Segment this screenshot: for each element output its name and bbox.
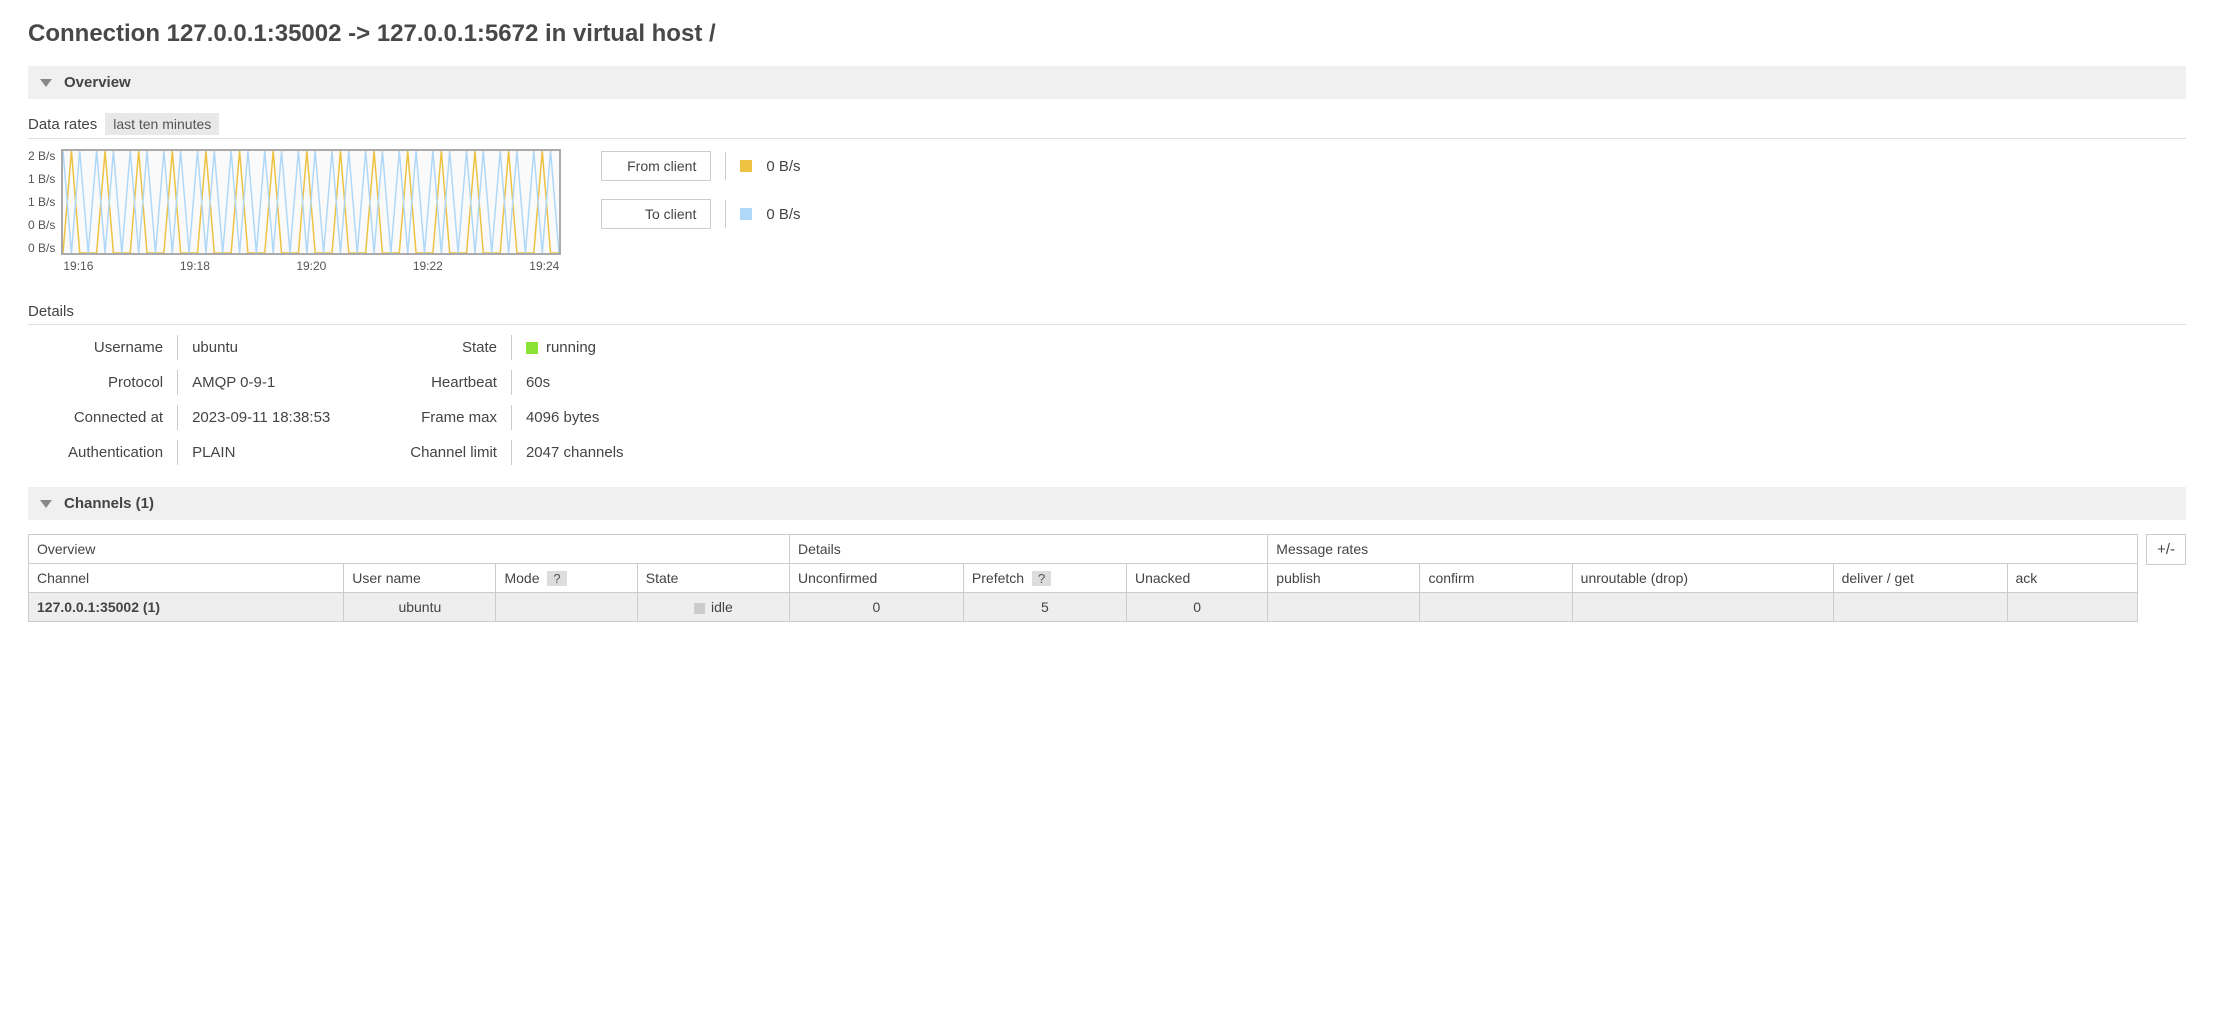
table-cell: 5 bbox=[963, 593, 1126, 622]
xaxis-tick: 19:20 bbox=[296, 259, 326, 273]
table-cell bbox=[496, 593, 637, 622]
table-column-header[interactable]: State bbox=[637, 564, 789, 593]
yaxis-tick: 2 B/s bbox=[28, 149, 55, 163]
yaxis-tick: 0 B/s bbox=[28, 218, 55, 232]
detail-label: Heartbeat bbox=[370, 370, 512, 395]
detail-value: running bbox=[512, 335, 664, 360]
yaxis-tick: 1 B/s bbox=[28, 172, 55, 186]
chevron-down-icon bbox=[40, 79, 52, 87]
table-cell bbox=[1268, 593, 1420, 622]
help-icon[interactable]: ? bbox=[1032, 571, 1051, 586]
table-column-header[interactable]: Prefetch ? bbox=[963, 564, 1126, 593]
detail-label: State bbox=[370, 335, 512, 360]
detail-value: 2047 channels bbox=[512, 440, 664, 465]
table-column-header[interactable]: Unacked bbox=[1126, 564, 1267, 593]
table-group-header: Overview bbox=[29, 535, 790, 564]
table-column-header[interactable]: deliver / get bbox=[1833, 564, 2007, 593]
data-rates-chart: 2 B/s 1 B/s 1 B/s 0 B/s 0 B/s 19:16 19:18 19:2… bbox=[28, 149, 561, 273]
data-rates-heading: Data rates last ten minutes bbox=[28, 113, 2186, 139]
table-column-header[interactable]: unroutable (drop) bbox=[1572, 564, 1833, 593]
table-cell bbox=[1420, 593, 1572, 622]
table-column-header[interactable]: Channel bbox=[29, 564, 344, 593]
xaxis-tick: 19:22 bbox=[413, 259, 443, 273]
table-cell: idle bbox=[637, 593, 789, 622]
chart-legend: From client 0 B/s To client 0 B/s bbox=[601, 149, 800, 229]
overview-section-toggle[interactable]: Overview bbox=[28, 66, 2186, 99]
table-cell: ubuntu bbox=[344, 593, 496, 622]
swatch-from-client-icon bbox=[740, 160, 752, 172]
table-column-header[interactable]: confirm bbox=[1420, 564, 1572, 593]
detail-value: 4096 bytes bbox=[512, 405, 664, 430]
table-cell bbox=[2007, 593, 2138, 622]
table-cell bbox=[1833, 593, 2007, 622]
overview-section-title: Overview bbox=[64, 74, 131, 91]
xaxis-tick: 19:16 bbox=[63, 259, 93, 273]
table-cell: 0 bbox=[1126, 593, 1267, 622]
state-indicator-icon bbox=[526, 342, 538, 354]
table-column-header[interactable]: Mode ? bbox=[496, 564, 637, 593]
channels-section-toggle[interactable]: Channels (1) bbox=[28, 487, 2186, 520]
divider bbox=[725, 152, 726, 180]
table-column-header[interactable]: ack bbox=[2007, 564, 2138, 593]
chevron-down-icon bbox=[40, 500, 52, 508]
columns-toggle-button[interactable]: +/- bbox=[2146, 534, 2186, 565]
legend-to-client-button[interactable]: To client bbox=[601, 199, 711, 229]
help-icon[interactable]: ? bbox=[547, 571, 566, 586]
table-group-header: Details bbox=[789, 535, 1267, 564]
table-cell bbox=[1572, 593, 1833, 622]
table-column-header[interactable]: publish bbox=[1268, 564, 1420, 593]
detail-label: Frame max bbox=[370, 405, 512, 430]
xaxis-tick: 19:24 bbox=[529, 259, 559, 273]
table-cell: 127.0.0.1:35002 (1) bbox=[29, 593, 344, 622]
legend-from-client-value: 0 B/s bbox=[766, 158, 800, 175]
yaxis-tick: 0 B/s bbox=[28, 241, 55, 255]
xaxis-tick: 19:18 bbox=[180, 259, 210, 273]
detail-value: AMQP 0-9-1 bbox=[178, 370, 370, 395]
detail-value: ubuntu bbox=[178, 335, 370, 360]
details-heading: Details bbox=[28, 303, 2186, 325]
channels-section-title: Channels (1) bbox=[64, 495, 154, 512]
page-title: Connection 127.0.0.1:35002 -> 127.0.0.1:… bbox=[28, 20, 2186, 48]
swatch-to-client-icon bbox=[740, 208, 752, 220]
table-row[interactable]: 127.0.0.1:35002 (1)ubuntuidle050 bbox=[29, 593, 2138, 622]
detail-label: Authentication bbox=[28, 440, 178, 465]
data-rates-label: Data rates bbox=[28, 116, 97, 133]
table-group-header: Message rates bbox=[1268, 535, 2138, 564]
legend-from-client-button[interactable]: From client bbox=[601, 151, 711, 181]
yaxis-tick: 1 B/s bbox=[28, 195, 55, 209]
detail-label: Username bbox=[28, 335, 178, 360]
detail-label: Protocol bbox=[28, 370, 178, 395]
detail-value: 60s bbox=[512, 370, 664, 395]
table-column-header[interactable]: User name bbox=[344, 564, 496, 593]
legend-to-client-value: 0 B/s bbox=[766, 206, 800, 223]
detail-value: PLAIN bbox=[178, 440, 370, 465]
channels-table: OverviewDetailsMessage rates ChannelUser… bbox=[28, 534, 2138, 622]
detail-value: 2023-09-11 18:38:53 bbox=[178, 405, 370, 430]
detail-label: Connected at bbox=[28, 405, 178, 430]
detail-label: Channel limit bbox=[370, 440, 512, 465]
table-cell: 0 bbox=[789, 593, 963, 622]
state-indicator-icon bbox=[694, 603, 705, 614]
data-rates-range-select[interactable]: last ten minutes bbox=[105, 113, 219, 135]
divider bbox=[725, 200, 726, 228]
table-column-header[interactable]: Unconfirmed bbox=[789, 564, 963, 593]
